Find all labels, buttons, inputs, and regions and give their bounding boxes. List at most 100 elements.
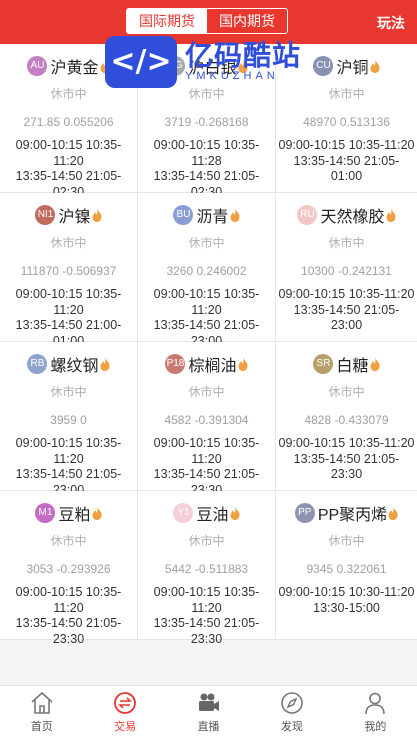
product-code-badge: BU (173, 205, 194, 225)
flame-icon (92, 208, 102, 222)
tab-mine[interactable]: 我的 (334, 686, 417, 739)
tab-live[interactable]: 直播 (167, 686, 250, 739)
trading-hours: 09:00-10:15 10:35-11:20 13:35-14:50 21:05… (276, 138, 417, 185)
tab-discover[interactable]: 发现 (250, 686, 333, 739)
price-change: 111870 -0.506937 (20, 264, 117, 278)
trading-hours-line: 09:00-10:15 10:35-11:20 (15, 138, 122, 168)
trading-hours-line: 13:30-15:00 (313, 600, 380, 615)
trading-hours-line: 09:00-10:15 10:30-11:20 (278, 585, 415, 599)
product-card[interactable]: Y1 豆油休市中 5442 -0.511883 09:00-10:15 10:35-1… (138, 491, 276, 646)
flame-icon (92, 506, 102, 520)
trading-hours-line: 13:35-14:50 21:05- (153, 467, 260, 481)
product-name-row: P18 棕榈油 (138, 353, 275, 375)
tab-live-label: 直播 (197, 721, 220, 733)
product-card[interactable]: RB 螺纹钢 休市中 3959 0 09:00-10:15 10:35-11:20 13:… (0, 342, 138, 497)
product-code-badge: M1 (35, 503, 56, 523)
tab-home[interactable]: 首页 (0, 686, 83, 739)
price-change: 9345 0.322061 (306, 562, 387, 576)
flame-icon (386, 208, 396, 222)
tab-trade[interactable]: 交易 (83, 686, 166, 739)
product-card[interactable]: SR 白糖休市中 4828 -0.433079 09:00-10:15 10:35-1… (276, 342, 417, 491)
user-icon (365, 692, 386, 715)
price-change: 3053 -0.293926 (26, 562, 111, 576)
trading-hours: 09:00-10:15 10:35-11:20 13:35-14:50 21:05… (138, 436, 275, 498)
tab-discover-label: 发现 (280, 721, 303, 733)
price-change: 4582 -0.391304 (164, 413, 249, 427)
product-code-badge: RB (27, 354, 48, 374)
product-name-row: PP PP聚丙烯 (276, 502, 417, 524)
product-name-row: Y1 豆油 (138, 502, 275, 524)
trade-icon (114, 692, 137, 714)
trading-hours-line: 13:35-14:50 21:05- (153, 169, 260, 183)
product-card[interactable]: P18 棕榈油休市中 4582 -0.391304 09:00-10:15 10:35… (138, 342, 276, 497)
flame-icon (388, 506, 398, 520)
tab-home-label: 首页 (30, 721, 53, 733)
trading-hours-line: 13:35-14:50 21:05- (293, 302, 400, 317)
product-name-row: SR 白糖 (276, 353, 417, 375)
product-name: 白糖 (336, 358, 369, 375)
trading-hours: 09:00-10:15 10:30-11:20 13:30-15:00 (276, 585, 417, 616)
price-change: 3959 0 (50, 413, 87, 427)
home-icon (31, 691, 53, 714)
flame-icon (100, 357, 110, 371)
trading-hours-line: 13:35-14:50 21:05- (15, 616, 122, 630)
tab-domestic-futures[interactable]: 国内期货 (207, 9, 287, 33)
trading-hours-line: 23:30 (330, 467, 363, 481)
product-name: 沥青 (196, 209, 229, 226)
flame-icon (370, 59, 380, 73)
flame-icon (370, 357, 380, 371)
trading-hours-line: 23:00 (330, 318, 363, 332)
price-change: 5442 -0.511883 (164, 562, 249, 576)
trading-hours-line: 13:35-14:50 21:05- (15, 169, 122, 183)
product-code-badge: P18 (165, 354, 186, 374)
product-name: 沪黄金 (50, 60, 99, 77)
market-status: 休市中 (328, 385, 365, 399)
product-code-badge: NI1 (35, 205, 56, 225)
trading-hours-line: 09:00-10:15 10:35-11:20 (153, 436, 260, 466)
market-status: 休市中 (50, 236, 87, 250)
trading-hours-line: 23:30 (190, 631, 223, 646)
trading-hours-line: 09:00-10:15 10:35-11:20 (278, 138, 415, 152)
trading-hours-line: 23:30 (52, 631, 85, 646)
how-to-play-link[interactable]: 玩法 (377, 13, 405, 33)
watermark-title: 亿码酷站 (185, 40, 302, 71)
trading-hours: 09:00-10:15 10:35-11:20 13:35-14:50 21:05… (138, 287, 275, 349)
trading-hours: 09:00-10:15 10:35-11:20 13:35-14:50 21:05… (276, 436, 417, 483)
trading-hours-line: 09:00-10:15 10:35-11:20 (153, 287, 260, 317)
product-card[interactable]: RU 天然橡胶 休市中 10300 -0.242131 09:00-10:15 10:3… (276, 193, 417, 342)
compass-icon (281, 692, 303, 714)
product-name: 天然橡胶 (320, 209, 385, 226)
product-card[interactable]: NI1 沪镍休市中 111870 -0.506937 09:00-10:15 10:3… (0, 193, 138, 348)
trading-hours-line: 13:35-14:50 21:05- (293, 153, 400, 168)
product-code-badge: CU (313, 56, 334, 76)
flame-icon (230, 506, 240, 520)
trading-hours: 09:00-10:15 10:35-11:20 13:35-14:50 21:05… (0, 436, 137, 498)
product-code-badge: Y1 (173, 503, 194, 523)
market-switch: 国际期货 国内期货 (126, 8, 288, 34)
product-card[interactable]: M1 豆粕 休市中 3053 -0.293926 09:00-10:15 10:35-1… (0, 491, 138, 646)
camera-icon (198, 693, 219, 711)
trading-hours-line: 09:00-10:15 10:35-11:20 (153, 585, 260, 615)
tab-mine-label: 我的 (364, 721, 387, 733)
trading-hours: 09:00-10:15 10:35-11:20 13:35-14:50 21:05… (138, 585, 275, 647)
trading-hours-line: 09:00-10:15 10:35-11:20 (15, 287, 122, 317)
market-status: 休市中 (188, 385, 225, 399)
product-card[interactable]: BU 沥青 休市中 3260 0.246002 09:00-10:15 10:35-11… (138, 193, 276, 348)
trading-hours-line: 09:00-10:15 10:35-11:20 (15, 585, 122, 615)
product-name: 沪镍 (58, 209, 91, 226)
product-name-row: RB 螺纹钢 (0, 353, 137, 375)
watermark-logo: </> 亿码酷站 YMKUZHAN (105, 34, 310, 90)
watermark-subtitle: YMKUZHAN (185, 70, 279, 82)
product-card[interactable]: PP PP聚丙烯 休市中 9345 0.322061 09:00-10:15 10:30… (276, 491, 417, 640)
market-status: 休市中 (188, 534, 225, 548)
price-change: 271.85 0.055206 (23, 115, 114, 129)
product-name-row: M1 豆粕 (0, 502, 137, 524)
tab-international-futures[interactable]: 国际期货 (127, 9, 207, 33)
product-name: 棕榈油 (188, 358, 237, 375)
product-code-badge: RU (297, 205, 318, 225)
price-change: 4828 -0.433079 (304, 413, 389, 427)
market-status: 休市中 (328, 236, 365, 250)
trading-hours: 09:00-10:15 10:35-11:20 13:35-14:50 21:05… (0, 138, 137, 200)
price-change: 3719 -0.268168 (164, 115, 249, 129)
trading-hours-line: 09:00-10:15 10:35-11:28 (153, 138, 260, 168)
